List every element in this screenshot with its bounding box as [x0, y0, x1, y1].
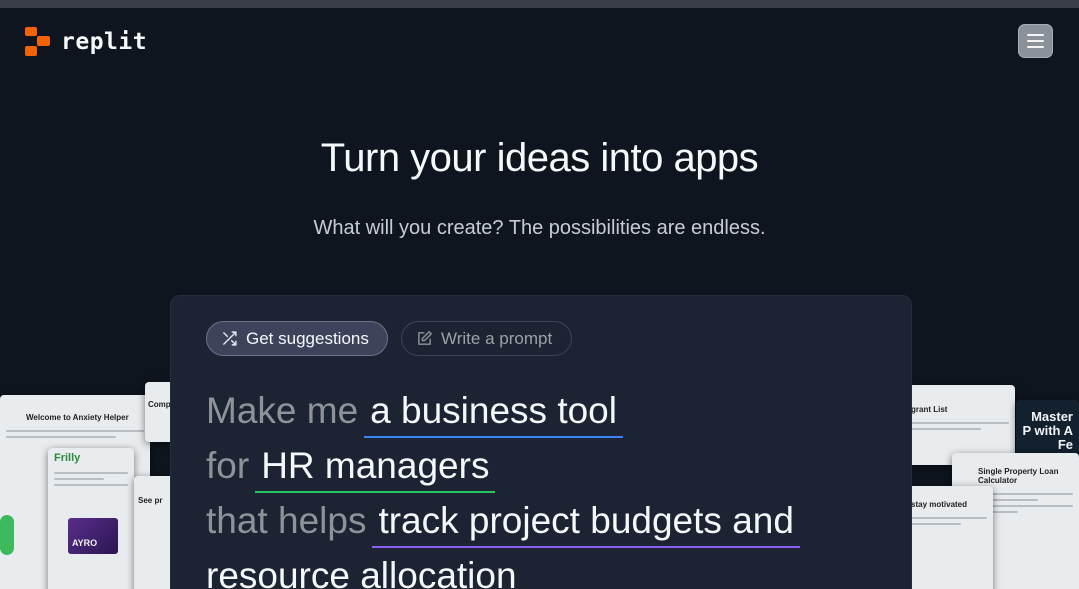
write-a-prompt-label: Write a prompt [441, 328, 553, 348]
get-suggestions-label: Get suggestions [246, 328, 369, 348]
write-a-prompt-button[interactable]: Write a prompt [401, 321, 572, 356]
logo-text: replit [61, 29, 148, 55]
prompt-prefix: Make me [206, 390, 359, 431]
prompt-prefix: that helps [206, 500, 367, 541]
preview-card-stay-motivated: stay motivated [905, 486, 993, 589]
hero-title: Turn your ideas into apps [320, 136, 759, 180]
shuffle-icon [223, 331, 237, 346]
browser-top-bar [0, 0, 1079, 8]
hero-subtitle: What will you create? The possibilities … [313, 217, 766, 239]
hamburger-menu-icon [1027, 34, 1044, 36]
replit-logo-icon [25, 27, 51, 57]
hamburger-menu-button[interactable] [1018, 24, 1053, 58]
preview-card-title: See pr [138, 496, 163, 505]
edit-icon [418, 331, 432, 345]
prompt-line-1: Make me a business tool [206, 390, 623, 438]
prompt-line-4: resource allocation [206, 555, 517, 589]
preview-card-title: grant List [911, 405, 948, 414]
prompt-purpose-choice[interactable]: track project budgets and [372, 500, 800, 548]
preview-card-title: Frilly [54, 452, 81, 464]
preview-card-title: stay motivated [911, 500, 968, 509]
prompt-panel: Get suggestions Write a prompt Make me a … [170, 295, 912, 589]
replit-logo[interactable]: replit [25, 27, 147, 57]
prompt-prefix: for [206, 445, 250, 486]
prompt-audience-choice[interactable]: HR managers [255, 445, 496, 493]
preview-card-frilly: Frilly AYRO [48, 448, 134, 589]
prompt-line-3: that helps track project budgets and [206, 500, 800, 548]
prompt-app-type-choice[interactable]: a business tool [364, 390, 623, 438]
preview-card-title: Master P with A Fe [1022, 409, 1073, 452]
preview-card-title: Welcome to Anxiety Helper [26, 413, 129, 422]
get-suggestions-button[interactable]: Get suggestions [206, 321, 388, 356]
prompt-line-2: for HR managers [206, 445, 496, 493]
prompt-purpose-continuation[interactable]: resource allocation [206, 555, 517, 589]
preview-card-see-pr: See pr [134, 476, 174, 589]
preview-card-label: AYRO [72, 538, 98, 548]
landing-page: replit Turn your ideas into apps What wi… [0, 8, 1079, 589]
